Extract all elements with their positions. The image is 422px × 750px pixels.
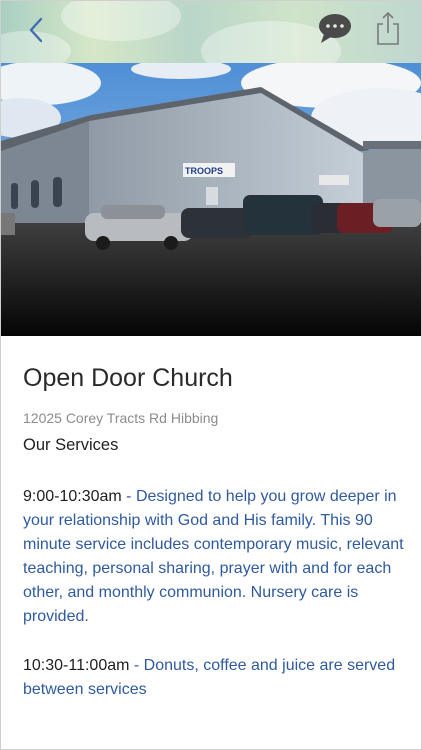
service-entry: 10:30-11:00am - Donuts, coffee and juice… [23,654,409,702]
share-button[interactable] [371,9,405,49]
top-bar [1,1,421,81]
building-sign: TROOPS [185,166,223,176]
service-entry: 9:00-10:30am - Designed to help you grow… [23,485,409,629]
hero-image: TROOPS [1,63,421,336]
place-address: 12025 Corey Tracts Rd Hibbing [23,410,219,426]
service-time: 10:30-11:00am [23,657,130,674]
service-time: 9:00-10:30am [23,488,122,505]
chevron-left-icon [29,17,43,43]
back-button[interactable] [19,13,53,47]
church-building-photo: TROOPS [1,63,421,336]
share-icon [377,11,399,45]
place-title: Open Door Church [23,364,233,392]
section-heading: Our Services [23,436,119,454]
service-description: - Designed to help you grow deeper in yo… [23,488,404,625]
place-details: Open Door Church 12025 Corey Tracts Rd H… [23,336,409,702]
chat-bubble-icon [319,14,351,43]
app-screen: TROOPS Open Door Church 12025 Corey Trac… [0,0,422,750]
chat-button[interactable] [315,11,355,47]
